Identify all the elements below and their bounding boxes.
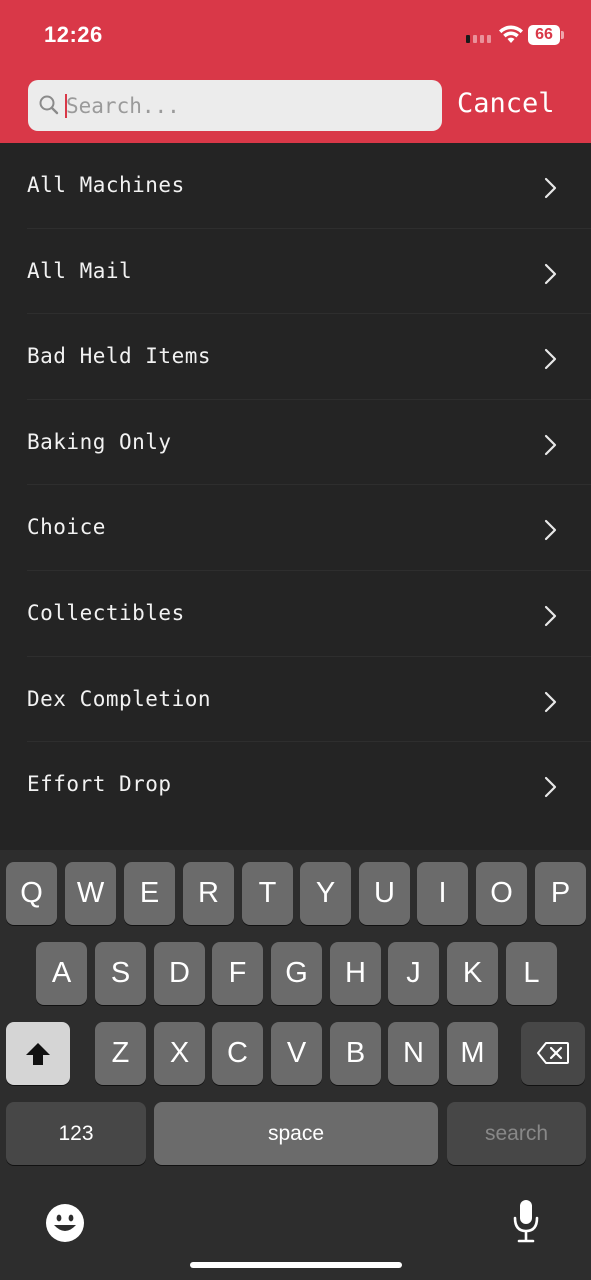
key-s[interactable]: S <box>95 942 146 1005</box>
header-bar: 12:26 66 Cancel <box>0 0 591 143</box>
list-item-label: Dex Completion <box>27 686 212 711</box>
key-w[interactable]: W <box>65 862 116 925</box>
list-item[interactable]: Choice <box>0 485 591 571</box>
backspace-icon <box>537 1042 569 1064</box>
list-item-label: Effort Drop <box>27 772 172 797</box>
chevron-right-icon <box>544 434 557 455</box>
list-item-label: Collectibles <box>27 600 185 625</box>
key-c[interactable]: C <box>212 1022 263 1085</box>
key-i[interactable]: I <box>417 862 468 925</box>
list-item-label: Bad Held Items <box>27 344 212 369</box>
key-j[interactable]: J <box>388 942 439 1005</box>
status-time: 12:26 <box>44 22 103 47</box>
search-key[interactable]: search <box>447 1102 586 1165</box>
category-list: All Machines All Mail Bad Held Items Bak… <box>0 143 591 828</box>
key-b[interactable]: B <box>330 1022 381 1085</box>
chevron-right-icon <box>544 520 557 541</box>
list-item-label: All Machines <box>27 173 185 197</box>
home-indicator <box>190 1262 402 1268</box>
shift-key[interactable] <box>6 1022 70 1085</box>
key-e[interactable]: E <box>124 862 175 925</box>
search-field[interactable] <box>28 80 442 131</box>
list-item[interactable]: Dex Completion <box>0 657 591 743</box>
backspace-key[interactable] <box>521 1022 585 1085</box>
key-l[interactable]: L <box>506 942 557 1005</box>
shift-icon <box>26 1043 50 1065</box>
list-item[interactable]: Baking Only <box>0 400 591 486</box>
list-item-label: Baking Only <box>27 429 172 454</box>
battery-level: 66 <box>528 25 560 45</box>
chevron-right-icon <box>544 349 557 370</box>
key-x[interactable]: X <box>154 1022 205 1085</box>
emoji-icon[interactable] <box>45 1203 85 1243</box>
key-n[interactable]: N <box>388 1022 439 1085</box>
key-p[interactable]: P <box>535 862 586 925</box>
key-r[interactable]: R <box>183 862 234 925</box>
on-screen-keyboard: Q W E R T Y U I O P A S D F G H J K L Z … <box>0 850 591 1280</box>
key-t[interactable]: T <box>242 862 293 925</box>
numbers-key[interactable]: 123 <box>6 1102 146 1165</box>
key-d[interactable]: D <box>154 942 205 1005</box>
chevron-right-icon <box>544 777 557 798</box>
key-m[interactable]: M <box>447 1022 498 1085</box>
key-a[interactable]: A <box>36 942 87 1005</box>
key-y[interactable]: Y <box>300 862 351 925</box>
key-k[interactable]: K <box>447 942 498 1005</box>
cancel-button[interactable]: Cancel <box>457 88 555 119</box>
chevron-right-icon <box>544 691 557 712</box>
list-item[interactable]: Bad Held Items <box>0 314 591 400</box>
battery-icon: 66 <box>528 25 564 45</box>
list-item[interactable]: All Machines <box>0 143 591 229</box>
list-item-label: All Mail <box>27 258 133 283</box>
chevron-right-icon <box>544 263 557 284</box>
chevron-right-icon <box>544 177 557 199</box>
search-input[interactable] <box>66 80 432 131</box>
key-o[interactable]: O <box>476 862 527 925</box>
list-item[interactable]: All Mail <box>0 229 591 315</box>
key-f[interactable]: F <box>212 942 263 1005</box>
list-item-label: Choice <box>27 515 106 540</box>
list-item[interactable]: Collectibles <box>0 571 591 657</box>
key-q[interactable]: Q <box>6 862 57 925</box>
search-icon <box>39 95 59 115</box>
key-v[interactable]: V <box>271 1022 322 1085</box>
wifi-icon <box>499 25 523 43</box>
list-item[interactable]: Effort Drop <box>0 742 591 828</box>
space-key[interactable]: space <box>154 1102 438 1165</box>
key-u[interactable]: U <box>359 862 410 925</box>
cellular-signal-icon <box>466 35 492 43</box>
key-z[interactable]: Z <box>95 1022 146 1085</box>
key-h[interactable]: H <box>330 942 381 1005</box>
chevron-right-icon <box>544 605 557 627</box>
microphone-icon[interactable] <box>512 1198 540 1244</box>
key-g[interactable]: G <box>271 942 322 1005</box>
